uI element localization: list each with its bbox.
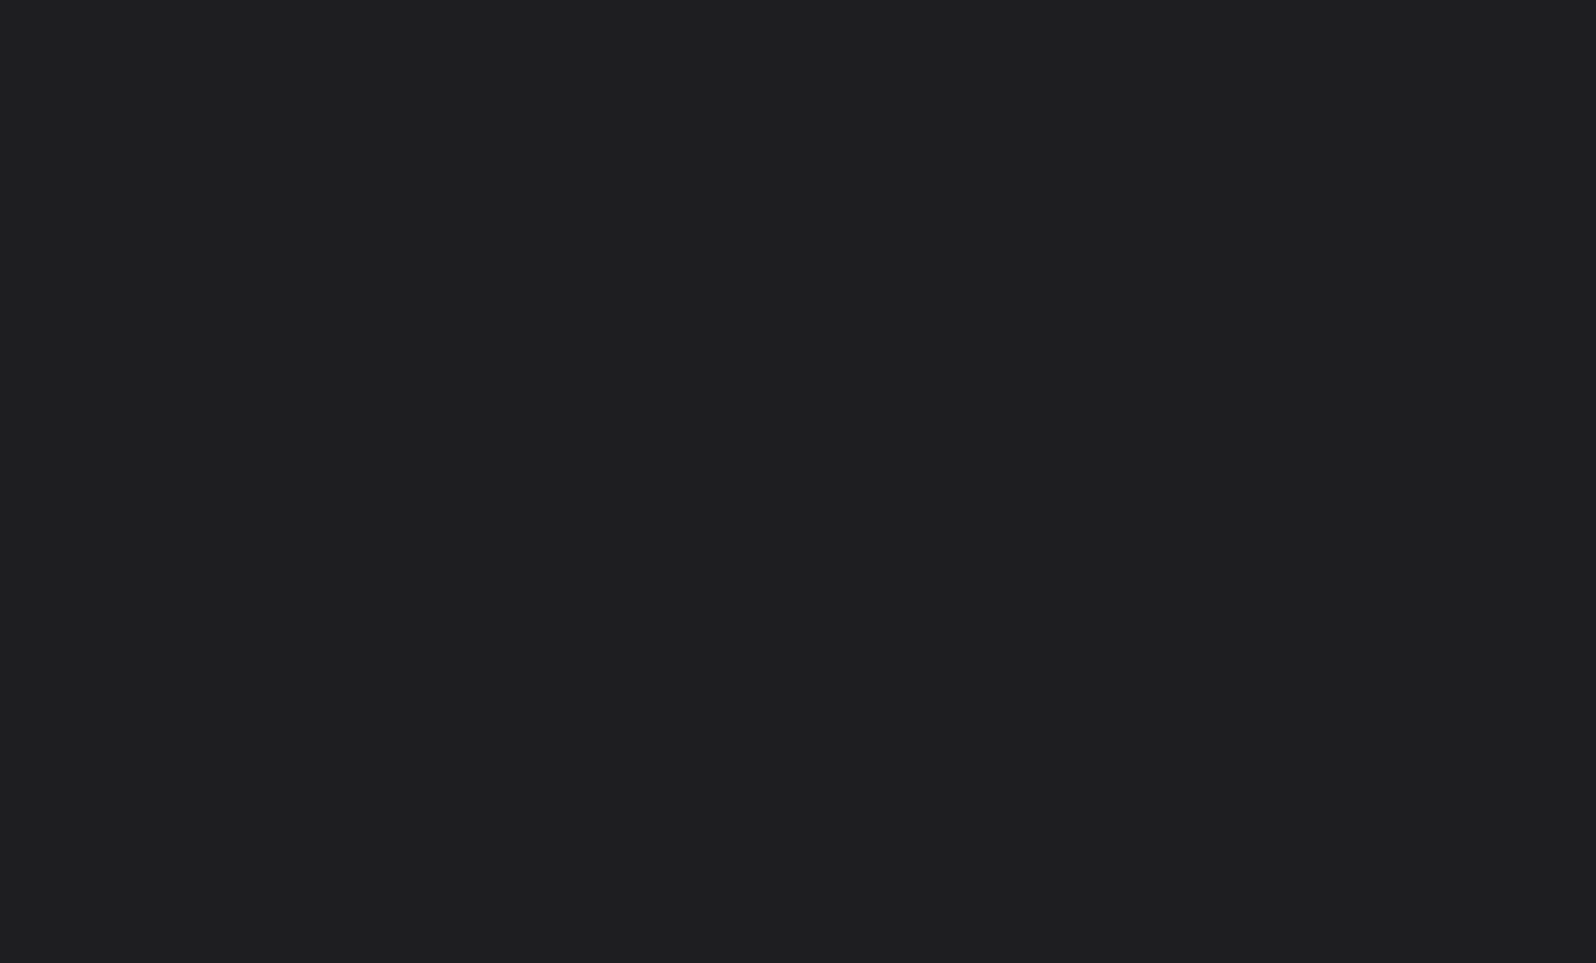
- 3d-viewport[interactable]: [0, 0, 1596, 963]
- viewport-canvas[interactable]: [0, 0, 1596, 963]
